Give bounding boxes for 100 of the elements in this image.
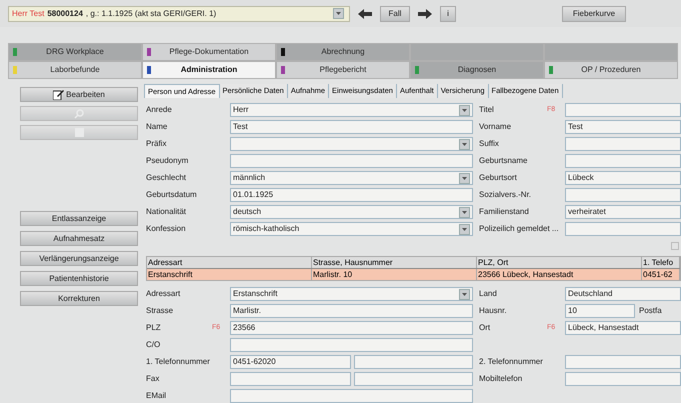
input-field[interactable]: 10 [565,304,635,318]
dropdown-button[interactable] [459,138,470,150]
caret-icon [462,176,467,180]
field-label: Name [146,122,168,131]
module-tab[interactable] [410,43,544,61]
field-label: Nationalität [146,207,186,216]
module-tab[interactable]: Pflege-Dokumentation [142,43,276,61]
arrow-right-icon[interactable] [418,8,432,18]
dropdown-field[interactable]: römisch-katholisch [230,222,473,236]
field-label: Sozialvers.-Nr. [479,190,532,199]
caret-icon [462,108,467,112]
sidebar-button[interactable]: Entlassanzeige [20,211,138,226]
input-field[interactable] [565,154,681,168]
sidebar-button[interactable]: Aufnahmesatz [20,231,138,246]
field-label: Familienstand [479,207,529,216]
module-tab[interactable]: Abrechnung [276,43,410,61]
field-label: Präfix [146,139,166,148]
input-field[interactable] [354,372,473,386]
sidebar-button[interactable]: Korrekturen [20,291,138,306]
dropdown-button[interactable] [459,206,470,218]
module-tab[interactable] [544,43,678,61]
sidebar-button[interactable]: Patientenhistorie [20,271,138,286]
field-label: Geburtsort [479,173,517,182]
field-label: Ort [479,323,490,332]
input-field[interactable]: 0451-62020 [230,355,351,369]
field-label: Hausnr. [479,306,507,315]
field-label: Geburtsdatum [146,190,197,199]
dropdown-button[interactable] [459,172,470,184]
field-label: Titel [479,105,494,114]
module-tab[interactable]: Administration [142,61,276,79]
input-field[interactable]: verheiratet [565,205,681,219]
input-field[interactable] [230,154,473,168]
dropdown-field[interactable]: Erstanschrift [230,287,473,301]
input-field[interactable] [565,222,681,236]
table-cell: Marlistr. 10 [312,269,477,280]
pencil-icon [53,89,64,100]
field-label: Anrede [146,105,172,114]
dropdown-field[interactable]: männlich [230,171,473,185]
input-field[interactable]: Marlistr. [230,304,473,318]
field-label: Polizeilich gemeldet ... [479,224,559,233]
patient-name: Herr Test [12,8,44,20]
input-field[interactable]: Test [230,120,473,134]
input-field[interactable] [565,103,681,117]
dropdown-button[interactable] [459,104,470,116]
field-label: Adressart [146,289,180,298]
table-cell: 0451-62 [642,269,680,280]
module-tab[interactable]: Diagnosen [410,61,544,79]
input-field[interactable] [354,355,473,369]
input-field[interactable] [565,372,681,386]
magnifier-icon [74,108,84,118]
sidebar-button[interactable]: Bearbeiten [20,87,138,102]
caret-icon [462,228,467,230]
module-tab[interactable]: Pflegebericht [276,61,410,79]
input-field[interactable] [230,372,351,386]
dropdown-button[interactable] [333,8,344,19]
field-label: EMail [146,391,166,400]
field-label: Vorname [479,122,512,131]
input-field[interactable] [565,188,681,202]
dropdown-button[interactable] [459,288,470,300]
module-tab[interactable]: DRG Workplace [8,43,142,61]
case-number: 58000124 [47,8,83,20]
input-field[interactable] [230,338,473,352]
input-field[interactable]: Test [565,120,681,134]
patient-field[interactable]: Herr Test 58000124 , g.: 1.1.1925 (akt sta GERI/GERI. 1) [8,6,350,22]
field-label: Geburtsname [479,156,528,165]
input-field[interactable] [565,137,681,151]
case-button[interactable]: Fall [380,6,410,22]
field-label: PLZ [146,323,161,332]
module-tab[interactable]: OP / Prozeduren [544,61,678,79]
table-cell: Erstanschrift [147,269,312,280]
input-field[interactable]: Deutschland [565,287,681,301]
arrow-left-icon[interactable] [358,8,372,18]
field-label: 1. Telefonnummer [146,357,210,366]
field-label: Pseudonym [146,156,188,165]
input-field[interactable]: 23566 [230,321,473,335]
dropdown-field[interactable]: Herr [230,103,473,117]
field-label: Postfa [639,305,662,317]
table-row[interactable]: Erstanschrift Marlistr. 10 23566 Lübeck, Hansestadt 0451-62 [147,268,680,280]
input-field[interactable] [565,355,681,369]
module-tab[interactable]: Laborbefunde [8,61,142,79]
caret-icon [462,142,467,146]
input-field[interactable]: Lübeck [565,171,681,185]
field-label: Fax [146,374,160,383]
field-label: Mobiltelefon [479,374,522,383]
caret-icon [462,210,467,214]
fever-chart-button[interactable]: Fieberkurve [562,6,626,22]
field-label: Suffix [479,139,499,148]
patient-info: , g.: 1.1.1925 (akt sta GERI/GERI. 1) [86,8,216,20]
table-cell: 23566 Lübeck, Hansestadt [477,269,642,280]
field-label: Strasse [146,306,174,315]
dropdown-button[interactable] [459,224,470,234]
input-field[interactable]: Lübeck, Hansestadt [565,321,681,335]
info-button[interactable]: i [440,6,456,22]
caret-icon [336,12,341,15]
dropdown-field[interactable]: deutsch [230,205,473,219]
field-label: C/O [146,340,160,349]
input-field[interactable] [230,389,473,403]
dropdown-field[interactable] [230,137,473,151]
input-field[interactable]: 01.01.1925 [230,188,473,202]
sidebar-button[interactable]: Verlängerungsanzeige [20,251,138,266]
